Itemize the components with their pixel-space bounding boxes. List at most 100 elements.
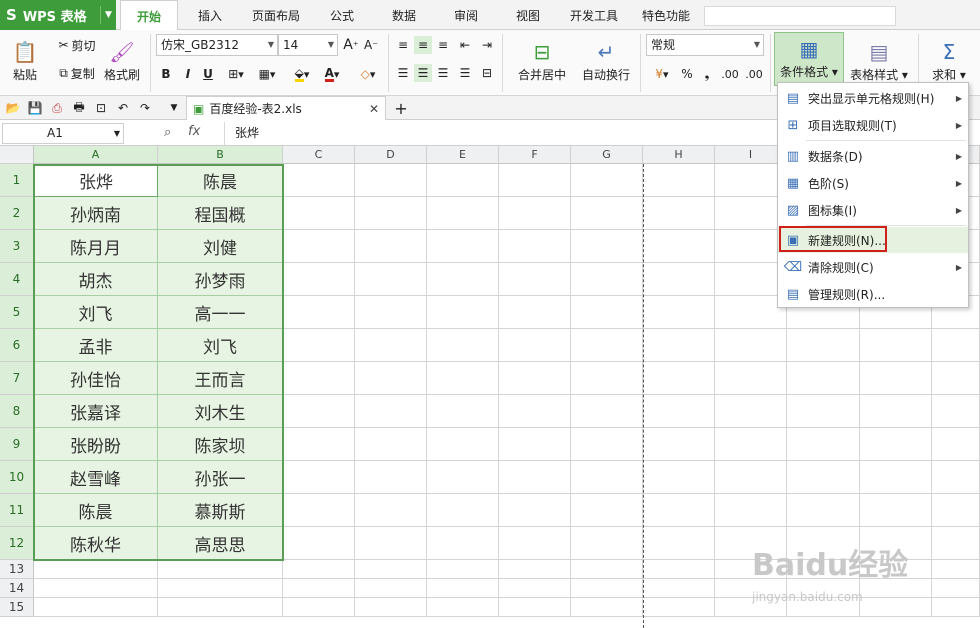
column-header[interactable]: G: [571, 146, 643, 164]
grid-cell[interactable]: [932, 560, 980, 579]
grid-cell[interactable]: [355, 329, 427, 362]
table-cell[interactable]: 慕斯斯: [158, 494, 283, 527]
grid-cell[interactable]: [571, 461, 643, 494]
grid-cell[interactable]: [34, 560, 158, 579]
grid-cell[interactable]: [499, 579, 571, 598]
grid-cell[interactable]: [860, 461, 932, 494]
grid-cell[interactable]: [860, 598, 932, 617]
grid-cell[interactable]: [643, 329, 715, 362]
grid-cell[interactable]: [715, 395, 787, 428]
grid-cell[interactable]: [499, 263, 571, 296]
grid-cell[interactable]: [355, 263, 427, 296]
percent-button[interactable]: %: [678, 64, 696, 84]
grid-cell[interactable]: [283, 598, 355, 617]
menu-item-clear-rules[interactable]: ⌫ 清除规则(C) ▶: [778, 254, 968, 280]
grid-cell[interactable]: [787, 527, 860, 560]
grid-cell[interactable]: [283, 362, 355, 395]
table-cell[interactable]: 程国概: [158, 197, 283, 230]
menu-item-data-bars[interactable]: ▥ 数据条(D) ▶: [778, 143, 968, 169]
table-cell[interactable]: 刘飞: [158, 329, 283, 362]
grid-cell[interactable]: [643, 395, 715, 428]
grid-cell[interactable]: [499, 362, 571, 395]
table-cell[interactable]: 刘健: [158, 230, 283, 263]
grid-cell[interactable]: [283, 428, 355, 461]
grid-cell[interactable]: [499, 560, 571, 579]
italic-button[interactable]: I: [178, 64, 198, 84]
grid-cell[interactable]: [643, 579, 715, 598]
grid-cell[interactable]: [499, 197, 571, 230]
increase-decimal-button[interactable]: .00: [720, 64, 740, 84]
row-header[interactable]: 8: [0, 395, 34, 428]
column-header[interactable]: B: [158, 146, 283, 164]
row-header[interactable]: 1: [0, 164, 34, 197]
grid-cell[interactable]: [427, 329, 499, 362]
grid-cell[interactable]: [158, 560, 283, 579]
row-header[interactable]: 10: [0, 461, 34, 494]
table-cell[interactable]: 张嘉译: [34, 395, 158, 428]
cell-style-button[interactable]: ▦ ▾: [252, 64, 282, 84]
align-right-button[interactable]: ☰: [434, 64, 452, 82]
grid-cell[interactable]: [932, 329, 980, 362]
row-header[interactable]: 15: [0, 598, 34, 617]
column-header[interactable]: H: [643, 146, 715, 164]
grid-cell[interactable]: [355, 494, 427, 527]
conditional-format-button[interactable]: ▦ 条件格式 ▾: [774, 32, 844, 86]
table-cell[interactable]: 高一一: [158, 296, 283, 329]
export-pdf-icon[interactable]: ⎙: [48, 99, 66, 117]
currency-button[interactable]: ¥ ▾: [648, 64, 676, 84]
grid-cell[interactable]: [715, 461, 787, 494]
grid-cell[interactable]: [643, 598, 715, 617]
grid-cell[interactable]: [860, 395, 932, 428]
grid-cell[interactable]: [571, 329, 643, 362]
grid-cell[interactable]: [643, 560, 715, 579]
grid-cell[interactable]: [499, 494, 571, 527]
grid-cell[interactable]: [283, 164, 355, 197]
align-middle-button[interactable]: ≡: [414, 36, 432, 54]
table-cell[interactable]: 孟非: [34, 329, 158, 362]
cut-button[interactable]: ✂ 剪切: [52, 34, 102, 56]
grid-cell[interactable]: [787, 598, 860, 617]
grid-cell[interactable]: [283, 395, 355, 428]
grid-cell[interactable]: [499, 296, 571, 329]
grid-cell[interactable]: [427, 428, 499, 461]
grid-cell[interactable]: [499, 428, 571, 461]
increase-indent-button[interactable]: ⇥: [478, 36, 496, 54]
tab-special-features[interactable]: 特色功能: [634, 0, 698, 30]
wrap-text-button[interactable]: ↵ 自动换行: [578, 34, 634, 90]
grid-cell[interactable]: [158, 598, 283, 617]
table-cell[interactable]: 刘木生: [158, 395, 283, 428]
font-color-button[interactable]: A ▾: [318, 64, 346, 84]
menu-item-new-rule[interactable]: ▣ 新建规则(N)...: [778, 227, 968, 253]
grid-cell[interactable]: [787, 362, 860, 395]
row-header[interactable]: 4: [0, 263, 34, 296]
grid-cell[interactable]: [571, 494, 643, 527]
row-header[interactable]: 13: [0, 560, 34, 579]
grid-cell[interactable]: [643, 230, 715, 263]
grid-cell[interactable]: [715, 527, 787, 560]
align-center-button[interactable]: ☰: [414, 64, 432, 82]
grid-cell[interactable]: [571, 197, 643, 230]
new-tab-icon[interactable]: +: [392, 98, 410, 118]
column-header[interactable]: A: [34, 146, 158, 164]
grid-cell[interactable]: [499, 527, 571, 560]
row-header[interactable]: 3: [0, 230, 34, 263]
grid-cell[interactable]: [571, 527, 643, 560]
grid-cell[interactable]: [427, 164, 499, 197]
table-cell[interactable]: 陈秋华: [34, 527, 158, 560]
grid-cell[interactable]: [715, 579, 787, 598]
grid-cell[interactable]: [932, 395, 980, 428]
grid-cell[interactable]: [860, 494, 932, 527]
decrease-indent-button[interactable]: ⇤: [456, 36, 474, 54]
chevron-down-icon[interactable]: ▼: [100, 6, 116, 24]
row-header[interactable]: 9: [0, 428, 34, 461]
grid-cell[interactable]: [643, 362, 715, 395]
table-cell[interactable]: 孙佳怡: [34, 362, 158, 395]
grid-cell[interactable]: [34, 598, 158, 617]
redo-icon[interactable]: ↷: [136, 99, 154, 117]
tab-formulas[interactable]: 公式: [320, 0, 364, 30]
align-left-button[interactable]: ☰: [394, 64, 412, 82]
table-cell[interactable]: 赵雪峰: [34, 461, 158, 494]
grid-cell[interactable]: [787, 579, 860, 598]
grid-cell[interactable]: [787, 461, 860, 494]
grid-cell[interactable]: [643, 428, 715, 461]
